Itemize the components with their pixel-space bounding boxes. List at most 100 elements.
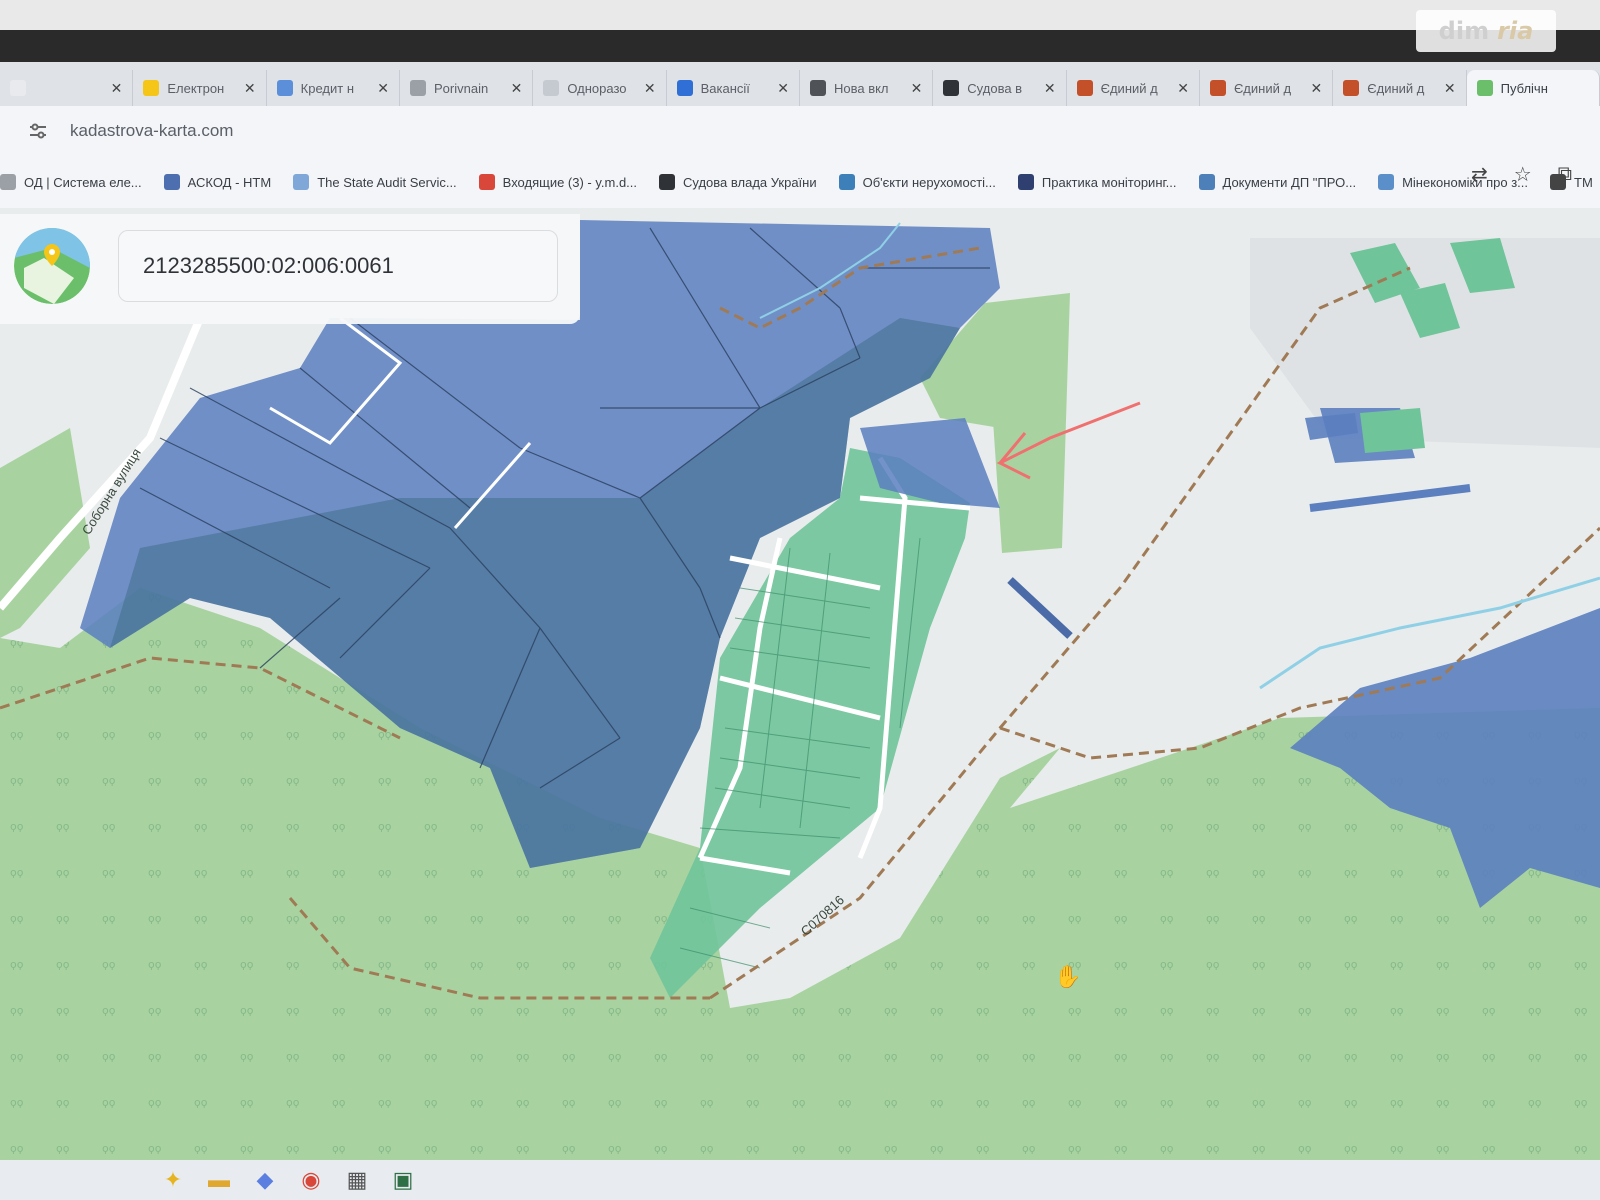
tab-title: Електрон [167, 80, 225, 96]
tab-9[interactable]: Єдиний д ✕ [1200, 70, 1334, 106]
bookmark-label: Документи ДП "ПРО... [1222, 174, 1357, 190]
tab-close-icon[interactable]: ✕ [1311, 80, 1323, 97]
system-icon [0, 174, 16, 190]
cadastral-search-input[interactable]: 2123285500:02:006:0061 [118, 230, 558, 302]
excel-icon[interactable]: ▣ [380, 1162, 426, 1198]
ukraine-flag-icon [143, 80, 160, 96]
bookmark-label: Судова влада України [683, 174, 817, 190]
audit-icon [293, 174, 310, 190]
bookmark-item[interactable]: Входящие (3) - y.m.d... [478, 174, 638, 190]
copilot-icon[interactable]: ✦ [150, 1162, 196, 1198]
bookmark-label: TM [1574, 174, 1593, 190]
toolbar-right: ⇄ ☆ ⧉ [1471, 162, 1572, 187]
bookmark-label: The State Audit Servic... [317, 174, 457, 190]
tab-title: Судова в [967, 80, 1023, 96]
bookmark-item[interactable]: Судова влада України [659, 174, 817, 190]
copilot-app-icon[interactable]: ◆ [242, 1162, 288, 1198]
bookmark-item[interactable]: Документи ДП "ПРО... [1198, 174, 1357, 190]
tab-close-icon[interactable]: ✕ [644, 80, 656, 97]
monitor-bezel: dim ria [0, 0, 1600, 62]
gmail-icon [478, 174, 495, 190]
star-bookmark-icon[interactable]: ☆ [1514, 162, 1532, 187]
diamond-icon [1198, 174, 1215, 190]
tab-close-icon[interactable]: ✕ [111, 80, 123, 97]
tab-title: Porivnain [433, 80, 489, 96]
chrome-icon [809, 80, 826, 96]
tab-6[interactable]: Нова вкл ✕ [800, 70, 934, 106]
tab-title: Єдиний д [1233, 80, 1292, 96]
building-icon [838, 174, 855, 190]
play-icon [1017, 174, 1034, 190]
url-text[interactable]: kadastrova-karta.com [70, 121, 233, 141]
bookmark-item[interactable]: Об'єкти нерухомості... [838, 174, 996, 190]
bookmark-label: Практика моніторинг... [1041, 174, 1177, 190]
tab-close-icon[interactable]: ✕ [777, 80, 789, 97]
watermark-text-dim: dim [1438, 17, 1490, 45]
tab-title: Єдиний д [1100, 80, 1158, 96]
watermark-text-ria: ria [1497, 17, 1534, 45]
gavel-icon [1343, 80, 1360, 96]
map-logo-icon[interactable] [14, 228, 90, 304]
search-panel: 2123285500:02:006:0061 [0, 214, 580, 324]
map-logo-icon [1476, 80, 1493, 96]
tab-7[interactable]: Судова в ✕ [933, 70, 1067, 106]
bookmark-item[interactable]: The State Audit Servic... [293, 174, 457, 190]
tab-title: Одноразо [567, 80, 627, 96]
bookmark-label: Входящие (3) - y.m.d... [502, 174, 638, 190]
justice-icon [659, 174, 676, 190]
ministry-icon [1378, 174, 1395, 190]
tab-strip: ✕ Електрон ✕ Кредит н ✕ Porivnain ✕ Одноразо ✕ Ва… [0, 62, 1600, 106]
tab-title: Кредит н [300, 80, 354, 96]
grid-icon [276, 80, 293, 96]
hand-cursor-icon: ✋ [1054, 964, 1082, 989]
translate-icon[interactable]: ⇄ [1471, 162, 1488, 187]
askod-icon [163, 174, 180, 190]
tab-close-icon[interactable]: ✕ [244, 80, 256, 97]
site-settings-icon[interactable] [28, 123, 48, 139]
justice-icon [943, 80, 960, 96]
tab-title: Публічн [1500, 80, 1548, 96]
tab-2[interactable]: Кредит н ✕ [267, 70, 400, 106]
tab-3[interactable]: Porivnain ✕ [400, 70, 534, 106]
tab-11[interactable]: Публічн [1466, 70, 1600, 106]
ukraine-flag-icon [676, 80, 693, 96]
bookmark-label: ОД | Система еле... [24, 174, 142, 190]
tab-close-icon[interactable]: ✕ [377, 80, 389, 97]
tab-10[interactable]: Єдиний д ✕ [1333, 70, 1467, 106]
screen: dim ria ✕ Електрон ✕ Кредит н ✕ Porivnain ✕ Одн… [0, 0, 1600, 1200]
tab-title: Нова вкл [833, 80, 889, 96]
green-building[interactable] [1360, 408, 1425, 453]
tab-8[interactable]: Єдиний д ✕ [1067, 70, 1200, 106]
bookmark-item[interactable]: Практика моніторинг... [1017, 174, 1177, 190]
bookmarks-bar: ОД | Система еле... АСКОД - НТМ The State … [0, 156, 1600, 208]
calculator-icon[interactable]: ▦ [334, 1162, 380, 1198]
tab-1[interactable]: Електрон ✕ [133, 70, 267, 106]
gavel-icon [1209, 80, 1226, 96]
tab-4[interactable]: Одноразо ✕ [533, 70, 667, 106]
tab-close-icon[interactable]: ✕ [1044, 80, 1056, 97]
address-bar[interactable]: kadastrova-karta.com [0, 106, 1600, 156]
cadastral-map[interactable]: ϙϙ [0, 208, 1600, 1160]
tab-title: Вакансії [700, 80, 750, 96]
taskbar: ✦ ▬ ◆ ◉ ▦ ▣ [0, 1160, 1600, 1200]
bookmark-item[interactable]: ОД | Система еле... [0, 174, 142, 190]
bookmark-label: АСКОД - НТМ [187, 174, 272, 190]
document-icon [543, 80, 560, 96]
tab-close-icon[interactable]: ✕ [511, 80, 523, 97]
file-explorer-icon[interactable]: ▬ [196, 1162, 242, 1198]
tab-0[interactable]: ✕ [0, 70, 134, 106]
globe-icon [409, 80, 426, 96]
extensions-icon[interactable]: ⧉ [1558, 163, 1572, 186]
tab-close-icon[interactable]: ✕ [1177, 80, 1189, 97]
map-canvas[interactable]: ϙϙ [0, 208, 1600, 1160]
watermark-logo: dim ria [1416, 10, 1556, 52]
tab-close-icon[interactable]: ✕ [911, 80, 923, 97]
gavel-icon [1076, 80, 1093, 96]
chrome-icon[interactable]: ◉ [288, 1162, 334, 1198]
tab-close-icon[interactable]: ✕ [1444, 80, 1456, 97]
tab-title: Єдиний д [1367, 80, 1425, 96]
tab-icon [10, 80, 26, 96]
bookmark-label: Об'єкти нерухомості... [862, 174, 996, 190]
tab-5[interactable]: Вакансії ✕ [667, 70, 800, 106]
bookmark-item[interactable]: АСКОД - НТМ [163, 174, 272, 190]
